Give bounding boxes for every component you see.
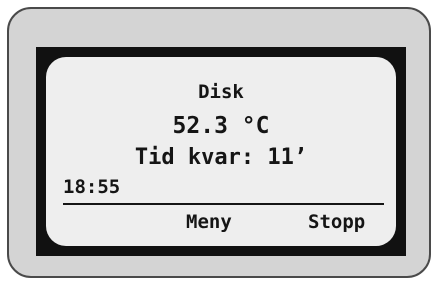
lcd-screen: Disk 52.3 °C Tid kvar: 11’ 18:55 Meny St… xyxy=(46,57,396,246)
stop-softkey[interactable]: Stopp xyxy=(308,213,365,232)
clock: 18:55 xyxy=(63,176,121,198)
time-remaining: Tid kvar: 11’ xyxy=(134,145,308,170)
temperature-readout: 52.3 °C xyxy=(172,113,270,139)
softkey-divider xyxy=(63,203,384,205)
program-name: Disk xyxy=(198,81,244,103)
menu-softkey[interactable]: Meny xyxy=(186,213,232,232)
